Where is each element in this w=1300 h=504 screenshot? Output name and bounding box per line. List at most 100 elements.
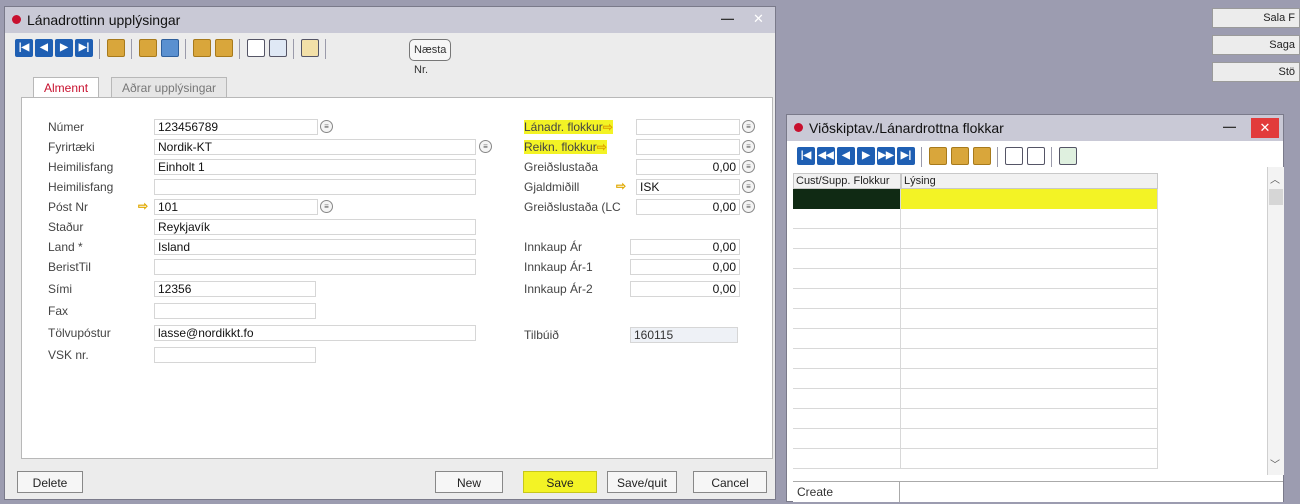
description-cell[interactable] xyxy=(901,369,1158,389)
groups-add-folder-icon[interactable] xyxy=(929,147,947,165)
table-row[interactable] xyxy=(793,309,1158,329)
next-record-icon[interactable]: ▶ xyxy=(55,39,73,57)
previous-record-icon[interactable]: ◀ xyxy=(35,39,53,57)
description-cell[interactable] xyxy=(901,389,1158,409)
groups-export-excel-icon[interactable] xyxy=(1059,147,1077,165)
new-button[interactable]: New xyxy=(435,471,503,493)
currency-field[interactable]: ISK xyxy=(636,179,740,195)
table-row[interactable] xyxy=(793,329,1158,349)
payment-status-field[interactable]: 0,00 xyxy=(636,159,740,175)
supplier-group-field[interactable] xyxy=(636,119,740,135)
last-record-icon[interactable]: ▶| xyxy=(75,39,93,57)
groups-prev-icon[interactable]: ◀ xyxy=(837,147,855,165)
first-record-icon[interactable]: |◀ xyxy=(15,39,33,57)
country-field[interactable]: Island xyxy=(154,239,476,255)
table-row[interactable] xyxy=(793,229,1158,249)
group-cell[interactable] xyxy=(793,189,901,209)
table-row[interactable] xyxy=(793,289,1158,309)
phone-field[interactable]: 12356 xyxy=(154,281,316,297)
table-row[interactable] xyxy=(793,449,1158,469)
close-icon[interactable]: ✕ xyxy=(753,11,764,27)
number-lookup-icon[interactable]: ≡ xyxy=(320,120,333,133)
save-button[interactable]: Save xyxy=(523,471,597,493)
group-cell[interactable] xyxy=(793,389,901,409)
postal-code-field[interactable]: 101 xyxy=(154,199,318,215)
vat-field[interactable] xyxy=(154,347,316,363)
description-cell[interactable] xyxy=(901,429,1158,449)
minimize-icon[interactable]: — xyxy=(721,11,734,26)
group-cell[interactable] xyxy=(793,309,901,329)
groups-next-icon[interactable]: ▶ xyxy=(857,147,875,165)
find-folder-icon[interactable] xyxy=(161,39,179,57)
description-cell[interactable] xyxy=(901,289,1158,309)
group-cell[interactable] xyxy=(793,249,901,269)
report-icon[interactable] xyxy=(301,39,319,57)
table-row[interactable] xyxy=(793,389,1158,409)
cancel-button[interactable]: Cancel xyxy=(693,471,767,493)
description-cell[interactable] xyxy=(901,249,1158,269)
company-lookup-icon[interactable]: ≡ xyxy=(479,140,492,153)
payment-status-lookup-icon[interactable]: ≡ xyxy=(742,160,755,173)
group-cell[interactable] xyxy=(793,269,901,289)
new-record-star-icon[interactable] xyxy=(107,39,125,57)
group-cell[interactable] xyxy=(793,349,901,369)
table-row[interactable] xyxy=(793,269,1158,289)
table-row[interactable] xyxy=(793,249,1158,269)
table-row[interactable] xyxy=(793,369,1158,389)
group-cell[interactable] xyxy=(793,369,901,389)
postal-lookup-icon[interactable]: ≡ xyxy=(320,200,333,213)
column-header-group[interactable]: Cust/Supp. Flokkur xyxy=(793,173,901,189)
email-field[interactable]: lasse@nordikkt.fo xyxy=(154,325,476,341)
description-cell[interactable] xyxy=(901,409,1158,429)
side-button-saga[interactable]: Saga xyxy=(1212,35,1300,55)
description-cell[interactable] xyxy=(901,449,1158,469)
group-cell[interactable] xyxy=(793,429,901,449)
description-cell[interactable] xyxy=(901,209,1158,229)
company-field[interactable]: Nordik-KT xyxy=(154,139,476,155)
berist-til-field[interactable] xyxy=(154,259,476,275)
fax-field[interactable] xyxy=(154,303,316,319)
table-row[interactable] xyxy=(793,409,1158,429)
vertical-scrollbar[interactable]: ︿ ﹀ xyxy=(1267,167,1284,475)
groups-close-icon[interactable]: ✕ xyxy=(1251,118,1279,138)
groups-delete-folder-icon[interactable] xyxy=(951,147,969,165)
groups-minimize-icon[interactable]: — xyxy=(1223,119,1236,134)
description-cell[interactable] xyxy=(901,329,1158,349)
description-cell[interactable] xyxy=(901,349,1158,369)
group-cell[interactable] xyxy=(793,329,901,349)
side-button-sala[interactable]: Sala F xyxy=(1212,8,1300,28)
group-cell[interactable] xyxy=(793,289,901,309)
search-folder-icon[interactable] xyxy=(139,39,157,57)
groups-first-icon[interactable]: |◀ xyxy=(797,147,815,165)
scroll-up-icon[interactable]: ︿ xyxy=(1270,171,1280,186)
account-group-lookup-icon[interactable]: ≡ xyxy=(742,140,755,153)
column-header-description[interactable]: Lýsing xyxy=(901,173,1158,189)
description-cell[interactable] xyxy=(901,229,1158,249)
save-quit-button[interactable]: Save/quit xyxy=(607,471,677,493)
currency-lookup-icon[interactable]: ≡ xyxy=(742,180,755,193)
group-cell[interactable] xyxy=(793,229,901,249)
groups-grid-icon[interactable] xyxy=(1005,147,1023,165)
description-cell[interactable] xyxy=(901,189,1158,209)
users-icon[interactable] xyxy=(269,39,287,57)
scroll-down-icon[interactable]: ﹀ xyxy=(1270,456,1280,471)
currency-arrow-icon[interactable]: ⇨ xyxy=(616,179,626,193)
table-row[interactable] xyxy=(793,349,1158,369)
delete-button[interactable]: Delete xyxy=(17,471,83,493)
group-cell[interactable] xyxy=(793,409,901,429)
group-cell[interactable] xyxy=(793,449,901,469)
description-cell[interactable] xyxy=(901,309,1158,329)
purchases-year-1-field[interactable]: 0,00 xyxy=(630,259,740,275)
scroll-thumb[interactable] xyxy=(1269,189,1283,205)
table-row[interactable] xyxy=(793,209,1158,229)
groups-comment-icon[interactable] xyxy=(1027,147,1045,165)
city-field[interactable]: Reykjavík xyxy=(154,219,476,235)
side-button-sto[interactable]: Stö xyxy=(1212,62,1300,82)
table-row[interactable] xyxy=(793,429,1158,449)
account-group-field[interactable] xyxy=(636,139,740,155)
add-folder-icon[interactable] xyxy=(193,39,211,57)
tab-other-info[interactable]: Aðrar upplýsingar xyxy=(111,77,228,98)
payment-status-lc-lookup-icon[interactable]: ≡ xyxy=(742,200,755,213)
table-row[interactable] xyxy=(793,189,1158,209)
postal-arrow-icon[interactable]: ⇨ xyxy=(138,199,148,213)
